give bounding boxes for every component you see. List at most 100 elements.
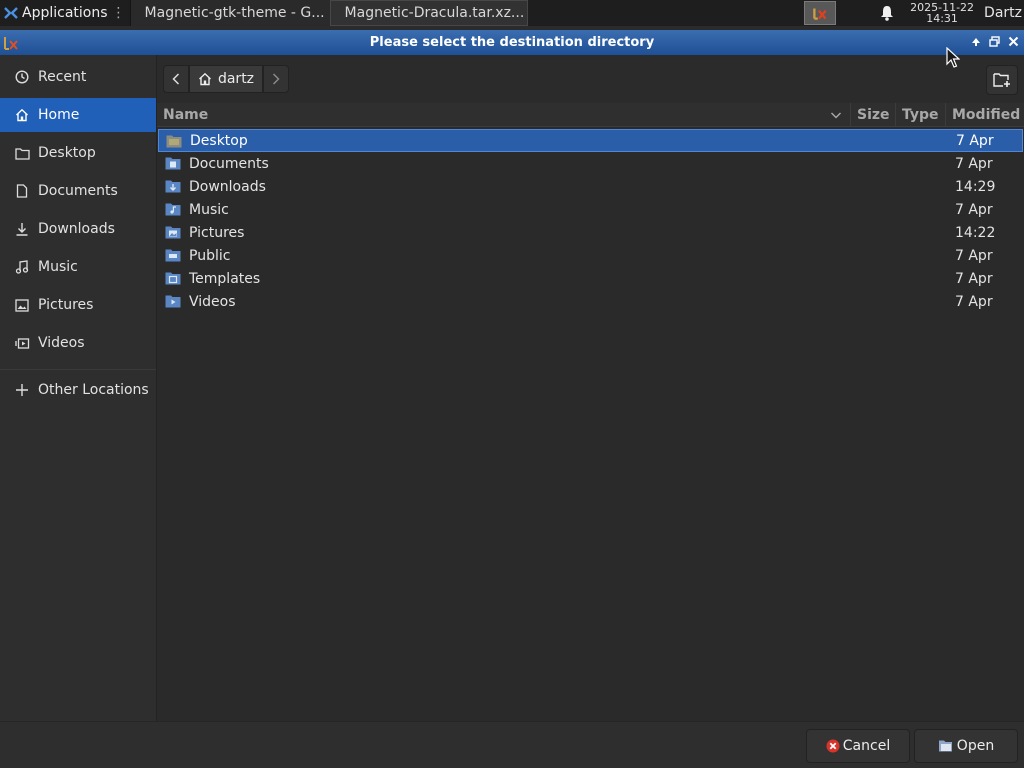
sidebar-item-other-locations[interactable]: Other Locations	[0, 373, 156, 407]
sidebar-item-label: Recent	[38, 69, 87, 85]
home-icon	[14, 107, 30, 123]
file-list: Name Size Type Modified Desktop 7 Apr Do…	[157, 103, 1024, 721]
documents-folder-icon	[165, 157, 181, 170]
sidebar-item-documents[interactable]: Documents	[0, 174, 156, 208]
mouse-cursor-icon	[946, 47, 960, 68]
sidebar-item-label: Documents	[38, 183, 118, 199]
plus-icon	[14, 382, 30, 398]
menu-separator-icon: ⋮	[111, 5, 126, 21]
download-icon	[14, 221, 30, 237]
cancel-icon	[826, 739, 840, 753]
sidebar-item-music[interactable]: Music	[0, 250, 156, 284]
music-folder-icon	[165, 203, 181, 216]
column-header-name[interactable]: Name	[157, 103, 851, 127]
file-name: Desktop	[190, 132, 248, 149]
file-modified: 14:29	[955, 178, 996, 195]
file-name: Videos	[189, 293, 236, 310]
file-row[interactable]: Documents 7 Apr	[158, 152, 1023, 175]
notification-bell-icon[interactable]	[878, 4, 896, 22]
xarchiver-tray-icon	[813, 8, 827, 20]
public-folder-icon	[165, 249, 181, 262]
file-modified: 7 Apr	[955, 201, 993, 218]
file-name: Documents	[189, 155, 269, 172]
sidebar-item-label: Pictures	[38, 297, 94, 313]
sidebar-item-downloads[interactable]: Downloads	[0, 212, 156, 246]
column-header-label: Modified	[952, 107, 1021, 123]
keep-above-icon[interactable]	[969, 35, 982, 48]
open-button[interactable]: Open	[914, 729, 1018, 763]
file-modified: 7 Apr	[955, 155, 993, 172]
music-icon	[14, 259, 30, 275]
path-back-button[interactable]	[163, 65, 189, 93]
cancel-button[interactable]: Cancel	[806, 729, 910, 763]
videos-folder-icon	[165, 295, 181, 308]
column-header-size[interactable]: Size	[851, 103, 896, 127]
column-header-type[interactable]: Type	[896, 103, 946, 127]
sidebar-item-videos[interactable]: Videos	[0, 326, 156, 360]
sidebar-item-label: Desktop	[38, 145, 96, 161]
breadcrumb-label: dartz	[217, 71, 255, 87]
open-button-label: Open	[956, 738, 995, 754]
sort-descending-icon	[831, 112, 841, 119]
sidebar-item-label: Home	[38, 107, 80, 123]
taskbar-task-label: Magnetic-Dracula.tar.xz...	[344, 5, 525, 21]
sidebar-item-recent[interactable]: Recent	[0, 60, 156, 94]
file-modified: 7 Apr	[955, 270, 993, 287]
sidebar-item-label: Downloads	[38, 221, 115, 237]
dialog-title: Please select the destination directory	[369, 35, 655, 50]
column-header-row: Name Size Type Modified	[157, 103, 1024, 127]
clock-icon	[14, 69, 30, 85]
file-modified: 14:22	[955, 224, 996, 241]
desktop-folder-icon	[166, 135, 182, 148]
breadcrumb-home[interactable]: dartz	[189, 65, 263, 93]
file-modified: 7 Apr	[955, 247, 993, 264]
tray-app-button[interactable]	[804, 1, 837, 25]
applications-menu[interactable]: Applications ⋮	[0, 0, 130, 26]
file-row[interactable]: Downloads 14:29	[158, 175, 1023, 198]
user-menu[interactable]: Dartz	[984, 5, 1022, 21]
picture-icon	[14, 297, 30, 313]
clock-time: 14:31	[926, 12, 958, 25]
file-name: Pictures	[189, 224, 245, 241]
file-row[interactable]: Videos 7 Apr	[158, 290, 1023, 313]
taskbar-task-browser[interactable]: Magnetic-gtk-theme - G...	[129, 0, 330, 26]
taskbar: Applications ⋮ Magnetic-gtk-theme - G...…	[0, 0, 1024, 26]
xfce-logo-icon	[4, 7, 18, 19]
dialog-button-bar: Cancel Open	[0, 721, 1024, 768]
sidebar-item-label: Music	[38, 259, 78, 275]
column-header-modified[interactable]: Modified	[946, 103, 1024, 127]
file-row[interactable]: Pictures 14:22	[158, 221, 1023, 244]
downloads-folder-icon	[165, 180, 181, 193]
applications-label: Applications	[22, 5, 108, 21]
maximize-icon[interactable]	[988, 35, 1001, 48]
taskbar-task-label: Magnetic-gtk-theme - G...	[144, 5, 325, 21]
file-row[interactable]: Desktop 7 Apr	[158, 129, 1023, 152]
column-header-label: Name	[163, 107, 209, 123]
dialog-titlebar[interactable]: Please select the destination directory	[0, 30, 1024, 55]
file-name: Music	[189, 201, 229, 218]
taskbar-task-archive[interactable]: Magnetic-Dracula.tar.xz...	[329, 0, 528, 26]
new-folder-button[interactable]	[986, 65, 1018, 95]
home-icon	[198, 72, 211, 86]
sidebar-item-home[interactable]: Home	[0, 98, 156, 132]
file-row[interactable]: Music 7 Apr	[158, 198, 1023, 221]
path-forward-button[interactable]	[263, 65, 289, 93]
file-row[interactable]: Public 7 Apr	[158, 244, 1023, 267]
places-sidebar: Recent Home Desktop Documents Downloads …	[0, 55, 157, 721]
cancel-button-label: Cancel	[842, 738, 891, 754]
clock[interactable]: 2025-11-22 14:31	[910, 2, 974, 24]
file-modified: 7 Apr	[955, 293, 993, 310]
file-modified: 7 Apr	[956, 132, 994, 149]
file-row[interactable]: Templates 7 Apr	[158, 267, 1023, 290]
column-header-label: Type	[902, 107, 939, 123]
video-icon	[14, 335, 30, 351]
templates-folder-icon	[165, 272, 181, 285]
file-name: Downloads	[189, 178, 266, 195]
document-icon	[14, 183, 30, 199]
close-icon[interactable]	[1007, 35, 1020, 48]
folder-icon	[14, 145, 30, 161]
column-header-label: Size	[857, 107, 890, 123]
sidebar-item-label: Videos	[38, 335, 85, 351]
sidebar-item-desktop[interactable]: Desktop	[0, 136, 156, 170]
sidebar-item-pictures[interactable]: Pictures	[0, 288, 156, 322]
